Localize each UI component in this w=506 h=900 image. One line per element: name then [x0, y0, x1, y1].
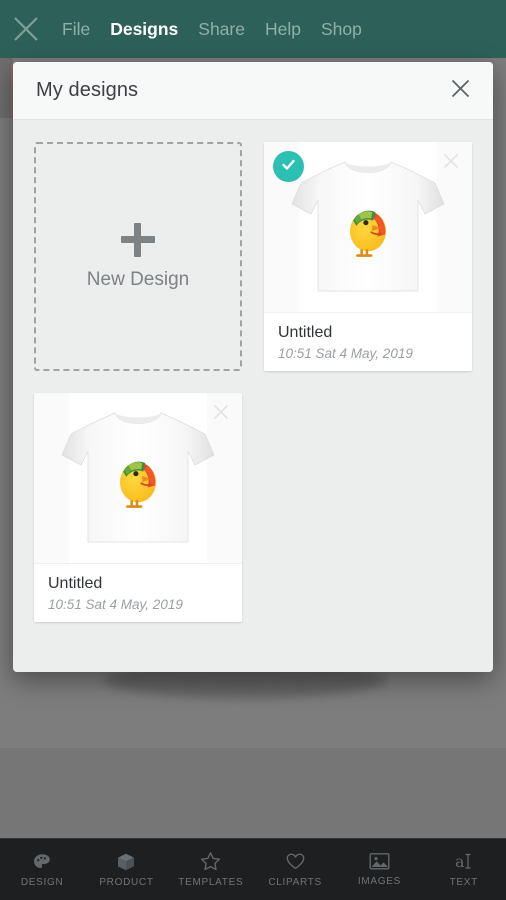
dialog-header: My designs — [13, 62, 493, 120]
toolbar-label: TEXT — [449, 876, 478, 888]
design-date: 10:51 Sat 4 May, 2019 — [278, 346, 413, 361]
toolbar-item-product[interactable]: PRODUCT — [84, 839, 168, 900]
close-icon — [213, 404, 229, 425]
design-title: Untitled — [278, 324, 333, 341]
design-thumbnail — [34, 393, 242, 563]
toolbar-label: TEMPLATES — [178, 877, 244, 888]
top-menu: File Designs Share Help Shop — [52, 0, 372, 58]
menu-item-share[interactable]: Share — [188, 0, 255, 58]
menu-item-help[interactable]: Help — [255, 0, 311, 58]
menu-item-shop[interactable]: Shop — [311, 0, 372, 58]
toolbar-item-images[interactable]: IMAGES — [337, 839, 421, 900]
my-designs-dialog: My designs New Design Untitled 10:51 Sat… — [13, 62, 493, 672]
design-meta: Untitled 10:51 Sat 4 May, 2019 — [264, 312, 472, 371]
check-icon — [280, 156, 297, 178]
remove-design-button[interactable] — [436, 148, 466, 178]
design-date: 10:51 Sat 4 May, 2019 — [48, 597, 183, 612]
top-app-bar: File Designs Share Help Shop — [0, 0, 506, 58]
plus-icon — [121, 222, 155, 257]
designs-grid: New Design Untitled 10:51 Sat 4 May, 201… — [13, 120, 493, 672]
close-icon — [451, 79, 470, 103]
editor-canvas-lower — [0, 748, 506, 838]
text-cursor-icon: a — [453, 852, 474, 872]
design-selected-badge — [273, 151, 304, 182]
design-thumbnail — [264, 142, 472, 312]
design-title: Untitled — [48, 575, 103, 592]
remove-design-button[interactable] — [206, 399, 236, 429]
design-meta: Untitled 10:51 Sat 4 May, 2019 — [34, 563, 242, 622]
toolbar-item-text[interactable]: a TEXT — [422, 839, 506, 900]
menu-item-file[interactable]: File — [52, 0, 100, 58]
toolbar-label: IMAGES — [357, 876, 402, 887]
dialog-close-button[interactable] — [441, 72, 479, 110]
menu-item-designs[interactable]: Designs — [100, 0, 188, 58]
toolbar-item-cliparts[interactable]: CLIPARTS — [253, 839, 337, 900]
palette-icon — [32, 852, 52, 872]
image-icon — [369, 852, 390, 871]
design-card[interactable]: Untitled 10:51 Sat 4 May, 2019 — [34, 393, 242, 622]
svg-text:a: a — [455, 852, 465, 871]
dialog-title: My designs — [36, 79, 139, 101]
app-root: File Designs Share Help Shop My designs — [0, 0, 506, 900]
bottom-toolbar: DESIGN PRODUCT TEMPLATES CLIPARTS IMAGES… — [0, 838, 506, 900]
box-icon — [116, 852, 136, 872]
toolbar-item-design[interactable]: DESIGN — [0, 839, 84, 900]
toolbar-label: CLIPARTS — [268, 877, 322, 888]
toolbar-label: PRODUCT — [99, 876, 154, 888]
star-icon — [200, 851, 221, 872]
close-icon — [13, 16, 39, 42]
toolbar-label: DESIGN — [20, 876, 64, 888]
new-design-tile[interactable]: New Design — [34, 142, 242, 371]
close-editor-button[interactable] — [0, 0, 52, 58]
heart-icon — [285, 851, 306, 872]
new-design-label: New Design — [86, 268, 190, 290]
toolbar-item-templates[interactable]: TEMPLATES — [169, 839, 253, 900]
close-icon — [443, 153, 459, 174]
design-card[interactable]: Untitled 10:51 Sat 4 May, 2019 — [264, 142, 472, 371]
